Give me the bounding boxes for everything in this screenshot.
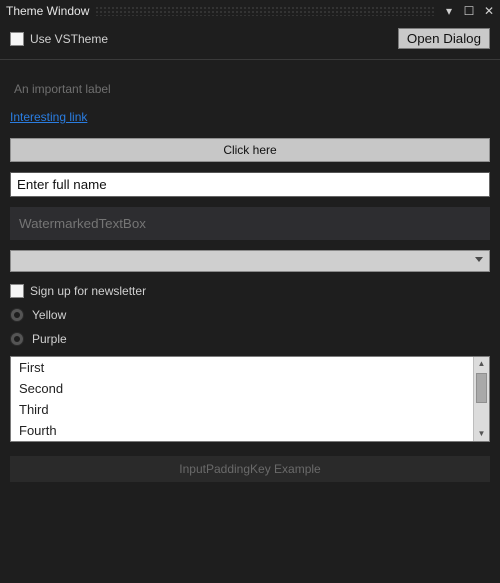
combobox[interactable] [10, 250, 490, 272]
newsletter-row[interactable]: Sign up for newsletter [10, 284, 490, 298]
radio-yellow[interactable] [10, 308, 24, 322]
window-controls: ▾ ☐ ✕ [442, 4, 496, 18]
titlebar: Theme Window ▾ ☐ ✕ [0, 0, 500, 22]
list-item[interactable]: Third [11, 399, 473, 420]
radio-purple[interactable] [10, 332, 24, 346]
radio-yellow-row[interactable]: Yellow [10, 308, 490, 322]
maximize-icon[interactable]: ☐ [462, 4, 476, 18]
important-label: An important label [10, 74, 490, 110]
radio-purple-row[interactable]: Purple [10, 332, 490, 346]
listbox-items: First Second Third Fourth [11, 357, 473, 441]
scroll-thumb[interactable] [476, 373, 487, 403]
use-vstheme-label: Use VSTheme [30, 32, 108, 46]
close-icon[interactable]: ✕ [482, 4, 496, 18]
chevron-down-icon [475, 257, 483, 262]
open-dialog-button[interactable]: Open Dialog [398, 28, 490, 49]
list-item[interactable]: Fourth [11, 420, 473, 441]
content-area: An important label Interesting link Clic… [0, 60, 500, 492]
list-item[interactable]: First [11, 357, 473, 378]
radio-yellow-label: Yellow [32, 308, 66, 322]
scroll-down-icon[interactable]: ▼ [474, 427, 489, 441]
scroll-up-icon[interactable]: ▲ [474, 357, 489, 371]
dropdown-icon[interactable]: ▾ [442, 4, 456, 18]
radio-purple-label: Purple [32, 332, 67, 346]
window-title: Theme Window [6, 4, 89, 18]
watermarked-textbox[interactable] [10, 207, 490, 240]
scrollbar[interactable]: ▲ ▼ [473, 357, 489, 441]
list-item[interactable]: Second [11, 378, 473, 399]
input-padding-example: InputPaddingKey Example [10, 456, 490, 482]
top-row: Use VSTheme Open Dialog [0, 22, 500, 59]
click-here-button[interactable]: Click here [10, 138, 490, 162]
use-vstheme-checkbox[interactable] [10, 32, 24, 46]
newsletter-checkbox[interactable] [10, 284, 24, 298]
newsletter-label: Sign up for newsletter [30, 284, 146, 298]
interesting-link[interactable]: Interesting link [10, 110, 87, 124]
fullname-input[interactable] [10, 172, 490, 197]
listbox[interactable]: First Second Third Fourth ▲ ▼ [10, 356, 490, 442]
titlebar-drag-area[interactable] [95, 6, 436, 16]
